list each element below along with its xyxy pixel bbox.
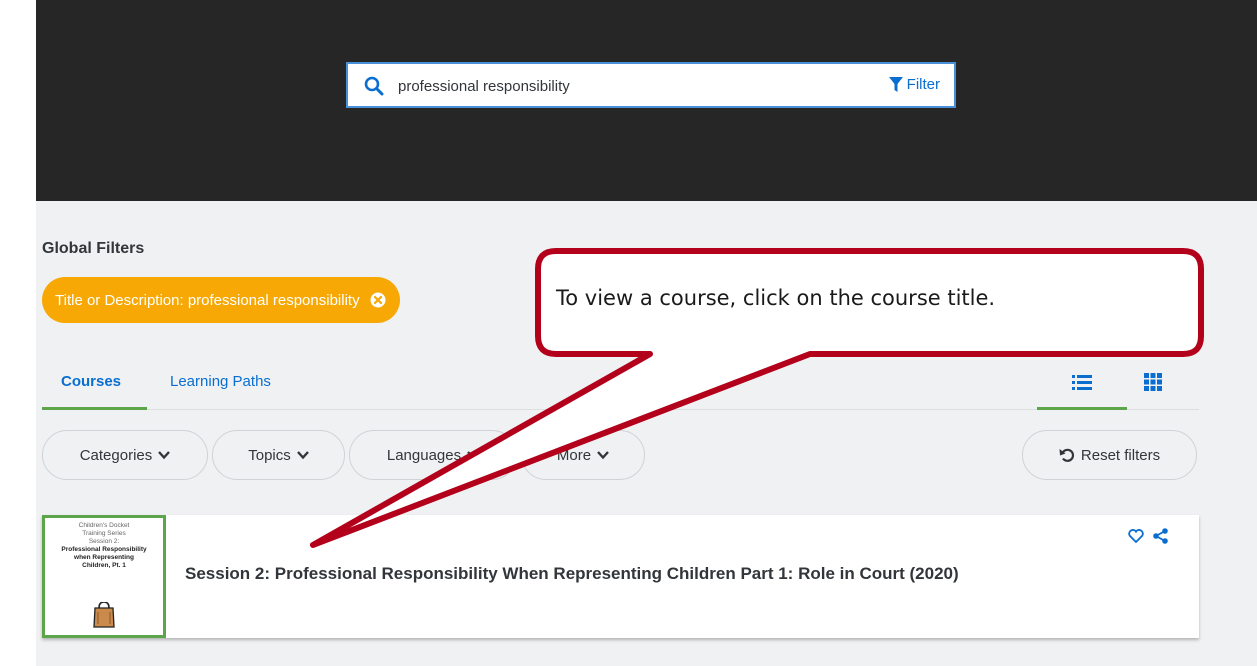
- global-filters-heading: Global Filters: [42, 240, 145, 257]
- chevron-down-icon: [597, 451, 609, 460]
- chevron-down-icon: [467, 451, 480, 460]
- remove-circle-icon[interactable]: [370, 292, 386, 308]
- topics-label: Topics: [248, 446, 291, 464]
- reset-filters-button[interactable]: Reset filters: [1022, 430, 1197, 480]
- filter-chip-label: Title or Description: professional respo…: [55, 291, 360, 309]
- filter-chip[interactable]: Title or Description: professional respo…: [42, 277, 400, 323]
- reset-filters-label: Reset filters: [1080, 446, 1161, 464]
- thumbnail-line: Children's Docket: [78, 522, 130, 529]
- chevron-down-icon: [296, 451, 309, 460]
- tab-bar: Courses Learning Paths: [42, 365, 1199, 410]
- heart-icon[interactable]: [1128, 529, 1144, 543]
- course-thumbnail[interactable]: Children's Docket Training Series Sessio…: [42, 515, 166, 638]
- chevron-down-icon: [158, 451, 171, 460]
- list-view-icon[interactable]: [1072, 373, 1092, 391]
- topics-dropdown[interactable]: Topics: [212, 430, 345, 480]
- thumbnail-line: Professional Responsibility: [61, 546, 147, 553]
- paper-bag-icon: [93, 602, 115, 628]
- filter-button[interactable]: Filter: [888, 76, 940, 93]
- undo-icon: [1059, 448, 1074, 462]
- funnel-icon: [888, 76, 903, 92]
- course-card[interactable]: Children's Docket Training Series Sessio…: [42, 515, 1199, 638]
- search-icon: [364, 76, 384, 96]
- tab-learning-paths[interactable]: Learning Paths: [170, 373, 271, 390]
- search-bar[interactable]: Filter: [346, 62, 956, 108]
- categories-label: Categories: [79, 446, 153, 464]
- more-label: More: [556, 446, 592, 464]
- share-icon[interactable]: [1153, 528, 1168, 544]
- grid-view-icon[interactable]: [1144, 373, 1162, 391]
- thumbnail-line: when Representing: [74, 554, 134, 561]
- callout-text: To view a course, click on the course ti…: [556, 286, 996, 310]
- thumbnail-line: Training Series: [82, 530, 126, 537]
- course-title-link[interactable]: Session 2: Professional Responsibility W…: [185, 564, 959, 584]
- thumbnail-line: Children, Pt. 1: [82, 562, 126, 569]
- tab-courses[interactable]: Courses: [61, 373, 121, 390]
- left-edge-content: [0, 201, 36, 666]
- languages-label: Languages: [386, 446, 462, 464]
- categories-dropdown[interactable]: Categories: [42, 430, 208, 480]
- more-dropdown[interactable]: More: [521, 430, 645, 480]
- filter-label: Filter: [906, 76, 940, 93]
- left-edge-top: [0, 0, 36, 201]
- search-input[interactable]: [398, 74, 798, 98]
- languages-dropdown[interactable]: Languages: [349, 430, 517, 480]
- active-view-indicator: [1037, 407, 1127, 410]
- active-tab-indicator: [42, 407, 147, 410]
- thumbnail-line: Session 2:: [88, 538, 120, 545]
